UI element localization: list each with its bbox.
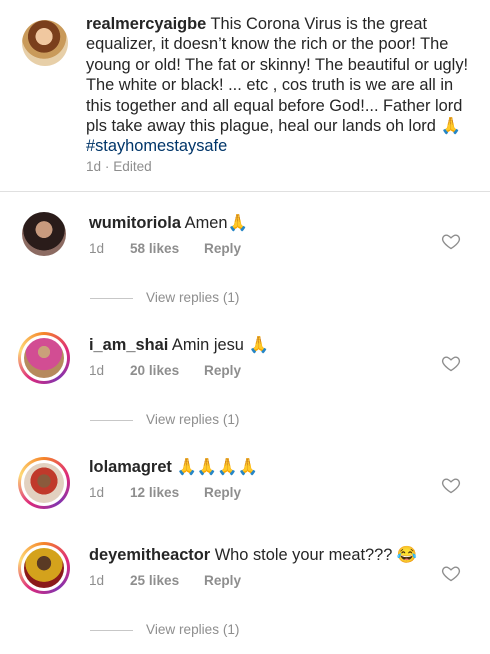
caption-meta: 1d · Edited [86,159,152,174]
heart-outline-icon[interactable] [441,563,461,583]
comment-body: Who stole your meat??? 😂 [210,546,418,564]
comment-username[interactable]: wumitoriola [89,214,181,232]
post-caption: realmercyaigbe This Corona Virus is the … [0,0,490,192]
replies-divider-line [90,630,133,631]
view-replies[interactable]: View replies (1) [90,620,330,640]
commenter-avatar[interactable] [18,457,70,509]
comment-meta: 1d 20 likes Reply [89,363,241,378]
heart-outline-icon[interactable] [441,475,461,495]
view-replies[interactable]: View replies (1) [90,410,330,430]
reply-button[interactable]: Reply [204,485,241,500]
reply-button[interactable]: Reply [204,573,241,588]
view-replies-label[interactable]: View replies (1) [146,412,239,427]
comment-likes[interactable]: 25 likes [130,573,179,588]
caption-username[interactable]: realmercyaigbe [86,15,206,33]
avatar-photo [24,338,64,378]
view-replies[interactable]: View replies (1) [90,288,330,308]
comment-username[interactable]: lolamagret [89,458,172,476]
avatar-photo [24,548,64,588]
commenter-avatar[interactable] [18,332,70,384]
caption-author-avatar[interactable] [22,20,68,66]
comment-likes[interactable]: 58 likes [130,241,179,256]
comment-text: deyemitheactor Who stole your meat??? 😂 [89,545,417,565]
comment-username[interactable]: i_am_shai [89,336,168,354]
reply-button[interactable]: Reply [204,363,241,378]
replies-divider-line [90,298,133,299]
caption-body: This Corona Virus is the great equalizer… [86,15,469,136]
comment-time: 1d [89,485,105,500]
comment-meta: 1d 25 likes Reply [89,573,241,588]
replies-divider-line [90,420,133,421]
comment-text: i_am_shai Amin jesu 🙏 [89,335,269,355]
comment-text: lolamagret 🙏🙏🙏🙏 [89,457,258,477]
reply-button[interactable]: Reply [204,241,241,256]
comment-time: 1d [89,241,105,256]
comment-username[interactable]: deyemitheactor [89,546,210,564]
commenter-avatar[interactable] [18,542,70,594]
comment-text: wumitoriola Amen🙏 [89,213,248,233]
commenter-avatar[interactable] [22,212,66,256]
comment-likes[interactable]: 20 likes [130,363,179,378]
comment-time: 1d [89,573,105,588]
caption-hashtag[interactable]: #stayhomestaysafe [86,137,227,155]
comment-likes[interactable]: 12 likes [130,485,179,500]
view-replies-label[interactable]: View replies (1) [146,290,239,305]
caption-divider [0,191,490,192]
comment-time: 1d [89,363,105,378]
comment-meta: 1d 58 likes Reply [89,241,241,256]
avatar-photo [24,463,64,503]
comment-body: Amin jesu 🙏 [168,336,269,354]
heart-outline-icon[interactable] [441,231,461,251]
comment-body: 🙏🙏🙏🙏 [171,458,259,476]
heart-outline-icon[interactable] [441,353,461,373]
caption-text-block: realmercyaigbe This Corona Virus is the … [86,14,482,157]
comment-meta: 1d 12 likes Reply [89,485,241,500]
comment-body: Amen🙏 [180,214,248,232]
view-replies-label[interactable]: View replies (1) [146,622,239,637]
